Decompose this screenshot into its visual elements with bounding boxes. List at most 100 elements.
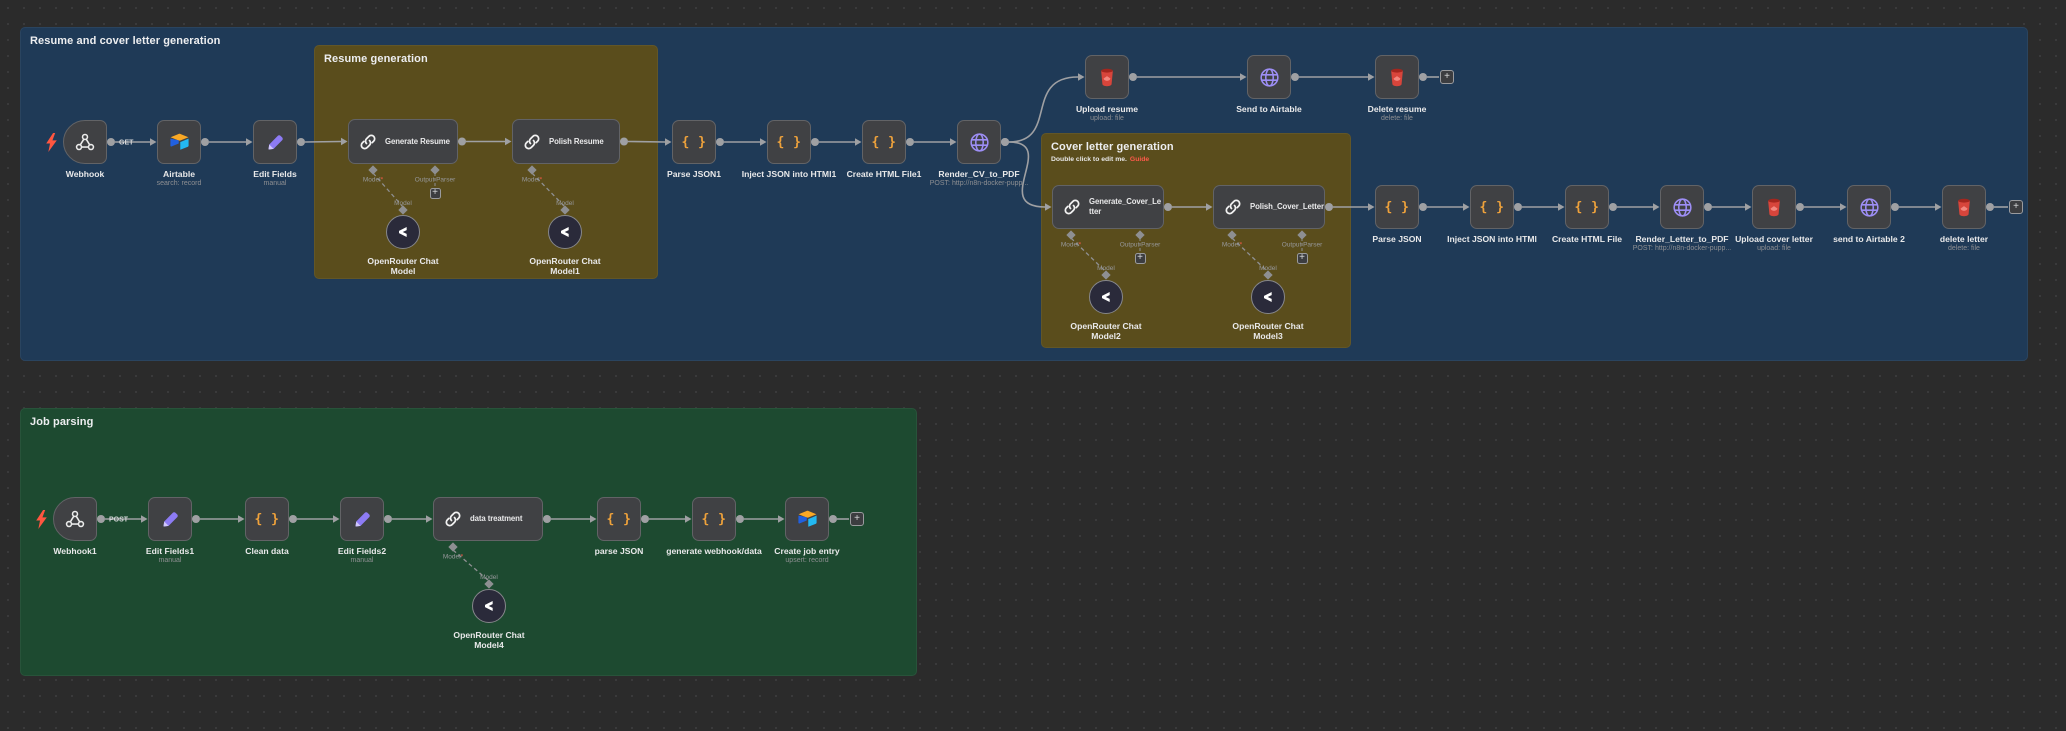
output-port-dot[interactable]: [1129, 73, 1137, 81]
webhook-trigger-bolt-icon: [45, 133, 58, 157]
sub-port-label: Model*: [1222, 242, 1243, 249]
node-title: Polish Resume: [549, 137, 619, 147]
output-port-dot[interactable]: [1325, 203, 1333, 211]
node-openrouter-chat-model1[interactable]: [548, 215, 582, 249]
output-port-dot[interactable]: [289, 515, 297, 523]
node-send-to-airtable-2[interactable]: [1847, 185, 1891, 229]
code-icon: { }: [1480, 200, 1505, 215]
output-port-dot[interactable]: [811, 138, 819, 146]
connection-wire[interactable]: [628, 142, 665, 143]
sub-output-port-diamond[interactable]: [368, 165, 377, 174]
output-port-dot[interactable]: [192, 515, 200, 523]
node-polish-resume[interactable]: Polish Resume: [512, 119, 620, 164]
node-generate-webhook-data[interactable]: { }: [692, 497, 736, 541]
node-edit-fields[interactable]: [253, 120, 297, 164]
node-generate-cover[interactable]: Generate_Cover_Letter: [1052, 185, 1164, 229]
output-port-dot[interactable]: [1419, 73, 1427, 81]
required-marker: *: [1240, 242, 1243, 249]
node-subtitle: upload: file: [1037, 115, 1177, 123]
sub-output-port-diamond[interactable]: [448, 542, 457, 551]
node-delete-resume[interactable]: [1375, 55, 1419, 99]
output-port-dot[interactable]: [829, 515, 837, 523]
output-port-dot[interactable]: [620, 138, 628, 146]
node-edit-fields1[interactable]: [148, 497, 192, 541]
required-marker: *: [381, 177, 384, 184]
node-data-treatment[interactable]: data treatment: [433, 497, 543, 541]
node-title: OpenRouter Chat Model3: [1226, 321, 1310, 342]
sub-output-port-diamond[interactable]: [1066, 230, 1075, 239]
add-sub-node-button[interactable]: [1297, 253, 1308, 264]
output-port-dot[interactable]: [1891, 203, 1899, 211]
node-inject-json-html1[interactable]: { }: [767, 120, 811, 164]
node-openrouter-chat-model[interactable]: [386, 215, 420, 249]
output-port-dot[interactable]: [1514, 203, 1522, 211]
node-create-html-file1[interactable]: { }: [862, 120, 906, 164]
node-send-to-airtable[interactable]: [1247, 55, 1291, 99]
input-port-arrow: [1840, 203, 1847, 211]
output-port-dot[interactable]: [297, 138, 305, 146]
node-delete-letter[interactable]: [1942, 185, 1986, 229]
node-upload-cover[interactable]: [1752, 185, 1796, 229]
output-port-dot[interactable]: [906, 138, 914, 146]
input-port-arrow: [333, 515, 340, 523]
node-clean-data[interactable]: { }: [245, 497, 289, 541]
output-port-dot[interactable]: [1796, 203, 1804, 211]
s3-icon: [1766, 198, 1782, 217]
required-marker: *: [540, 177, 543, 184]
output-port-dot[interactable]: [1609, 203, 1617, 211]
input-port-arrow: [685, 515, 692, 523]
node-polish-cover[interactable]: Polish_Cover_Letter: [1213, 185, 1325, 229]
node-generate-resume[interactable]: Generate Resume: [348, 119, 458, 164]
node-webhook1[interactable]: [53, 497, 97, 541]
node-edit-fields2[interactable]: [340, 497, 384, 541]
sub-port-label-text: Model: [556, 200, 574, 207]
output-port-dot[interactable]: [107, 138, 115, 146]
node-openrouter-chat-model4[interactable]: [472, 589, 506, 623]
webhook-icon: [74, 131, 96, 153]
add-node-button[interactable]: [2009, 200, 2023, 214]
output-port-dot[interactable]: [716, 138, 724, 146]
pencil-icon: [353, 510, 372, 529]
add-sub-node-button[interactable]: [1135, 253, 1146, 264]
node-parse-json[interactable]: { }: [1375, 185, 1419, 229]
sub-output-port-diamond[interactable]: [527, 165, 536, 174]
node-create-job-entry[interactable]: [785, 497, 829, 541]
add-sub-node-button[interactable]: [430, 188, 441, 199]
node-webhook[interactable]: [63, 120, 107, 164]
sub-port-label-text: Model: [1222, 242, 1240, 249]
connection-wire[interactable]: [305, 142, 341, 143]
node-render-cv-pdf[interactable]: [957, 120, 1001, 164]
wire-method-label: GET: [119, 140, 134, 147]
node-title: data treatment: [470, 514, 542, 524]
sub-output-port-diamond[interactable]: [1227, 230, 1236, 239]
node-parse-json1[interactable]: { }: [672, 120, 716, 164]
add-node-button[interactable]: [1440, 70, 1454, 84]
output-port-dot[interactable]: [1419, 203, 1427, 211]
add-node-button[interactable]: [850, 512, 864, 526]
output-port-dot[interactable]: [1164, 203, 1172, 211]
output-port-dot[interactable]: [201, 138, 209, 146]
output-port-dot[interactable]: [736, 515, 744, 523]
node-upload-resume[interactable]: [1085, 55, 1129, 99]
pencil-icon: [161, 510, 180, 529]
node-inject-json-html[interactable]: { }: [1470, 185, 1514, 229]
required-marker: *: [461, 554, 464, 561]
output-port-dot[interactable]: [1986, 203, 1994, 211]
output-port-dot[interactable]: [1704, 203, 1712, 211]
workflow-canvas[interactable]: Resume and cover letter generationResume…: [0, 0, 2066, 731]
node-openrouter-chat-model3[interactable]: [1251, 280, 1285, 314]
node-airtable[interactable]: [157, 120, 201, 164]
output-port-dot[interactable]: [1001, 138, 1009, 146]
node-create-html-file[interactable]: { }: [1565, 185, 1609, 229]
node-openrouter-chat-model2[interactable]: [1089, 280, 1123, 314]
output-port-dot[interactable]: [1291, 73, 1299, 81]
node-render-letter-pdf[interactable]: [1660, 185, 1704, 229]
output-port-dot[interactable]: [97, 515, 105, 523]
chain-icon: [443, 509, 463, 529]
output-port-dot[interactable]: [543, 515, 551, 523]
node-parse-json-2[interactable]: { }: [597, 497, 641, 541]
output-port-dot[interactable]: [641, 515, 649, 523]
input-port-arrow: [1240, 73, 1247, 81]
output-port-dot[interactable]: [384, 515, 392, 523]
output-port-dot[interactable]: [458, 138, 466, 146]
